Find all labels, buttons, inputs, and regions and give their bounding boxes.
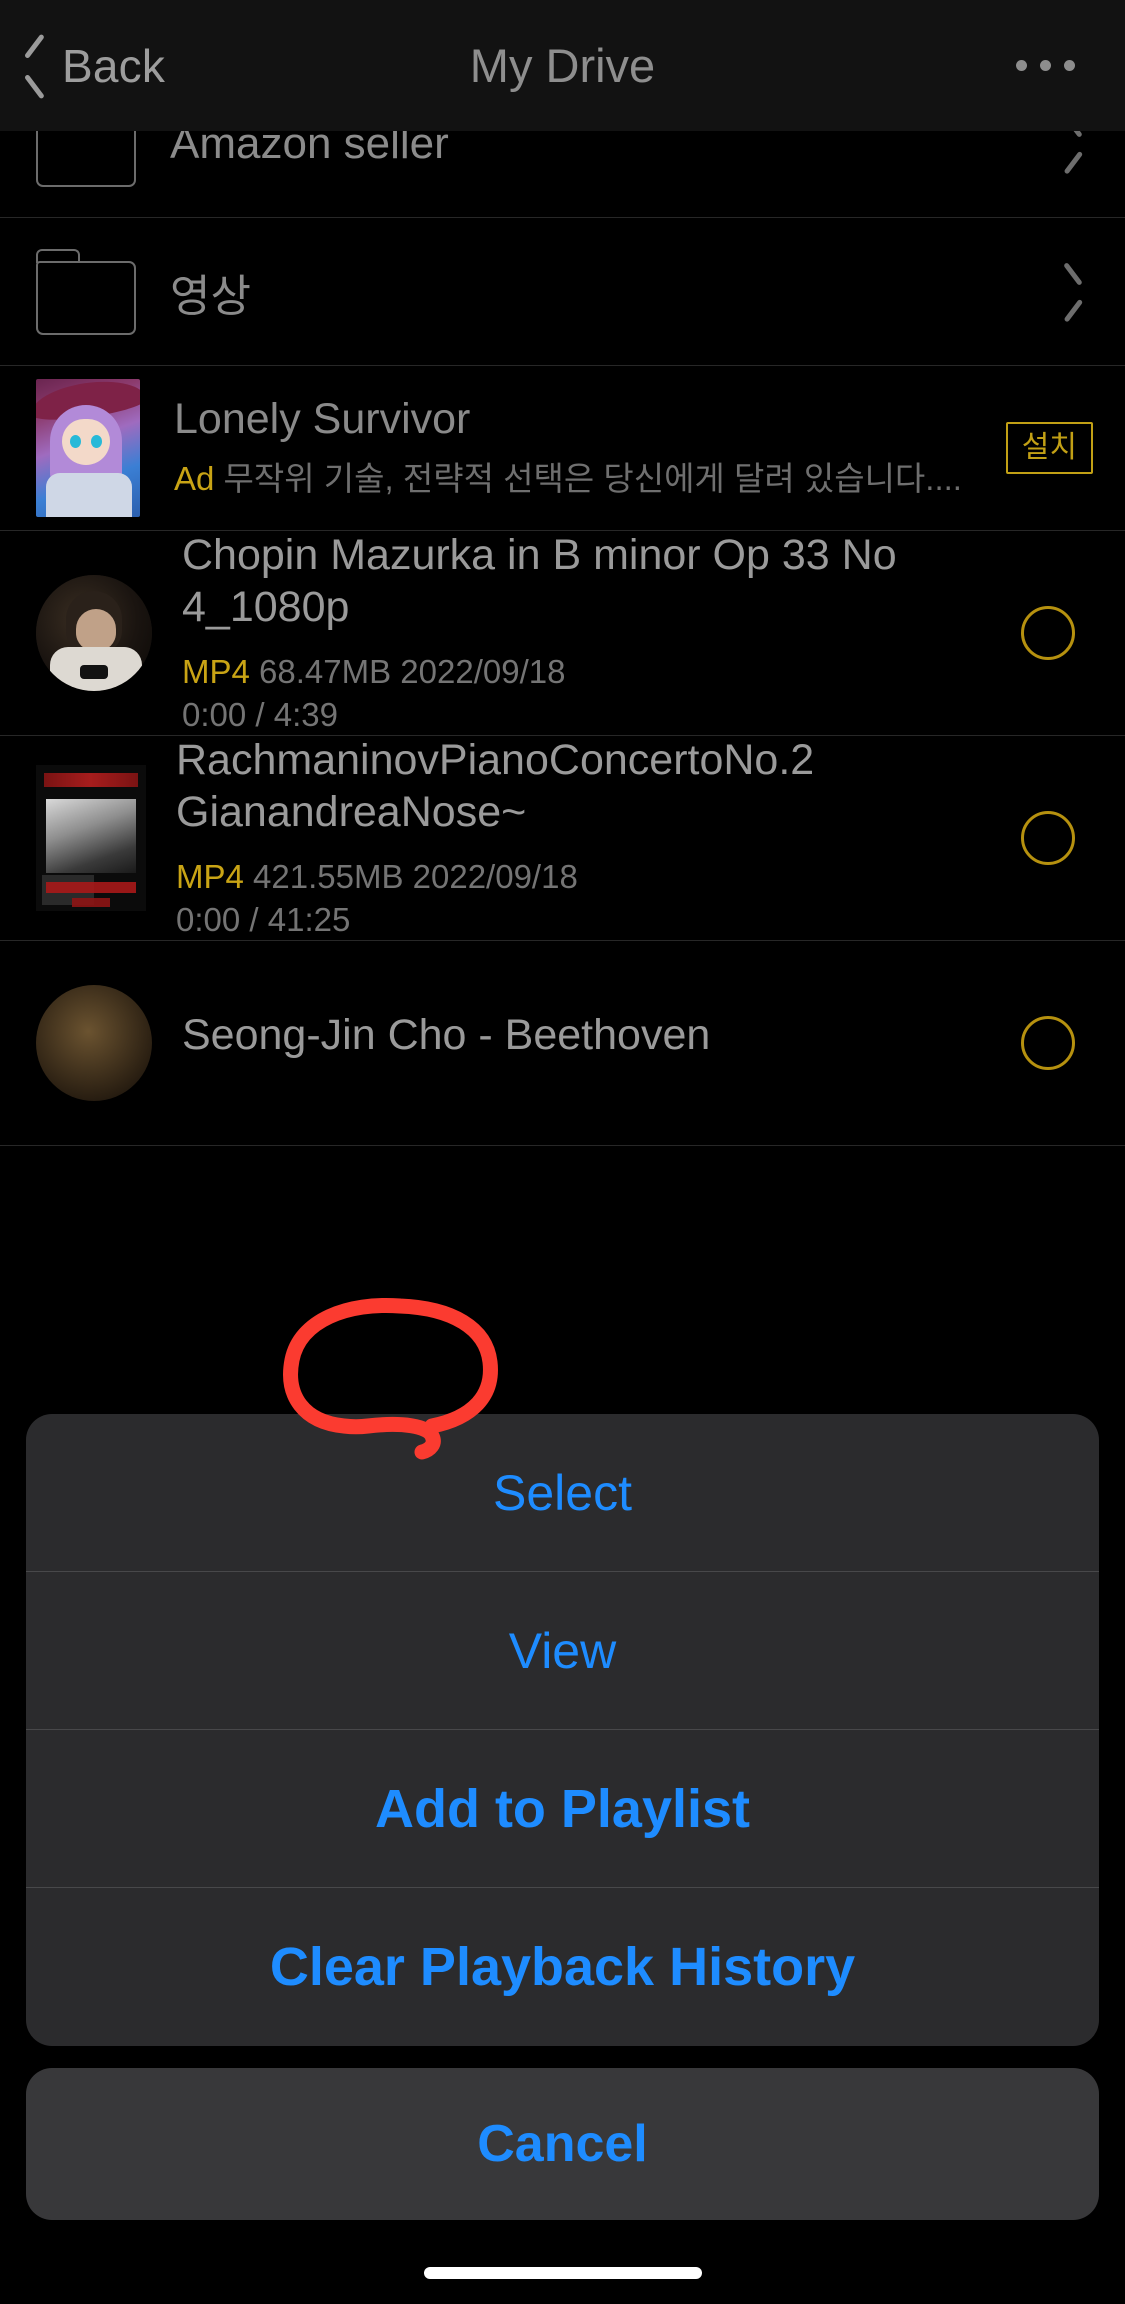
- media-meta: MP4 68.47MB 2022/09/18: [182, 650, 1005, 694]
- ellipsis-icon-dot: [1016, 60, 1027, 71]
- list-item-folder[interactable]: 영상: [0, 218, 1125, 366]
- list-item-media-obscured[interactable]: Seong-Jin Cho - Beethoven: [0, 941, 1125, 1146]
- video-thumbnail: [36, 985, 152, 1101]
- cancel-button[interactable]: Cancel: [26, 2068, 1099, 2220]
- list-item-media[interactable]: RachmaninovPianoConcertoNo.2 GianandreaN…: [0, 736, 1125, 941]
- media-text-block: Chopin Mazurka in B minor Op 33 No 4_108…: [182, 529, 1021, 738]
- action-clear-playback-history[interactable]: Clear Playback History: [26, 1888, 1099, 2046]
- ellipsis-icon-dot: [1040, 60, 1051, 71]
- media-progress: 0:00 / 4:39: [182, 696, 338, 734]
- ad-description: Ad 무작위 기술, 전략적 선택은 당신에게 달려 있습니다....: [174, 457, 986, 501]
- action-sheet-options: Select View Add to Playlist Clear Playba…: [26, 1414, 1099, 2046]
- ad-thumbnail: [36, 379, 140, 517]
- folder-name: 영상: [170, 271, 251, 321]
- media-size: 68.47MB: [259, 652, 392, 690]
- media-progress: 0:00 / 41:25: [176, 901, 351, 939]
- action-view[interactable]: View: [26, 1572, 1099, 1730]
- page-title: My Drive: [469, 39, 656, 92]
- action-select[interactable]: Select: [26, 1414, 1099, 1572]
- media-text-block: RachmaninovPianoConcertoNo.2 GianandreaN…: [176, 734, 1021, 943]
- list-item-media[interactable]: Chopin Mazurka in B minor Op 33 No 4_108…: [0, 531, 1125, 736]
- navigation-bar: Back My Drive: [0, 0, 1125, 131]
- ad-badge: Ad: [174, 460, 215, 498]
- action-sheet: Select View Add to Playlist Clear Playba…: [26, 1414, 1099, 2304]
- ad-description-text: 무작위 기술, 전략적 선택은 당신에게 달려 있습니다....: [223, 460, 962, 498]
- select-radio[interactable]: [1021, 1016, 1075, 1070]
- ad-title: Lonely Survivor: [174, 395, 471, 444]
- media-title: Chopin Mazurka in B minor Op 33 No 4_108…: [182, 530, 897, 632]
- video-thumbnail: [36, 575, 152, 691]
- media-title: RachmaninovPianoConcertoNo.2 GianandreaN…: [176, 735, 815, 837]
- media-title: Seong-Jin Cho - Beethoven: [182, 1010, 711, 1059]
- ellipsis-icon-dot: [1064, 60, 1075, 71]
- home-indicator: [423, 2267, 702, 2279]
- select-radio[interactable]: [1021, 811, 1075, 865]
- video-thumbnail: [36, 765, 146, 911]
- chevron-right-icon: [1061, 272, 1083, 312]
- install-button[interactable]: 설치: [1005, 422, 1093, 474]
- media-format: MP4: [182, 652, 250, 690]
- phone-screen: Amazon seller 영상 Lonely Survivor Ad 무작위 …: [0, 0, 1125, 2304]
- media-date: 2022/09/18: [412, 857, 578, 895]
- media-size: 421.55MB: [253, 857, 404, 895]
- action-add-to-playlist[interactable]: Add to Playlist: [26, 1730, 1099, 1888]
- select-radio[interactable]: [1021, 606, 1075, 660]
- media-date: 2022/09/18: [400, 652, 566, 690]
- media-format: MP4: [176, 857, 244, 895]
- file-list: Amazon seller 영상 Lonely Survivor Ad 무작위 …: [0, 70, 1125, 1146]
- more-options-button[interactable]: [1016, 60, 1075, 71]
- media-meta: MP4 421.55MB 2022/09/18: [176, 855, 1005, 899]
- media-text-block: Seong-Jin Cho - Beethoven: [182, 1009, 1021, 1077]
- folder-icon: [36, 248, 136, 335]
- list-item-ad[interactable]: Lonely Survivor Ad 무작위 기술, 전략적 선택은 당신에게 …: [0, 366, 1125, 531]
- ad-text-block: Lonely Survivor Ad 무작위 기술, 전략적 선택은 당신에게 …: [174, 395, 1006, 501]
